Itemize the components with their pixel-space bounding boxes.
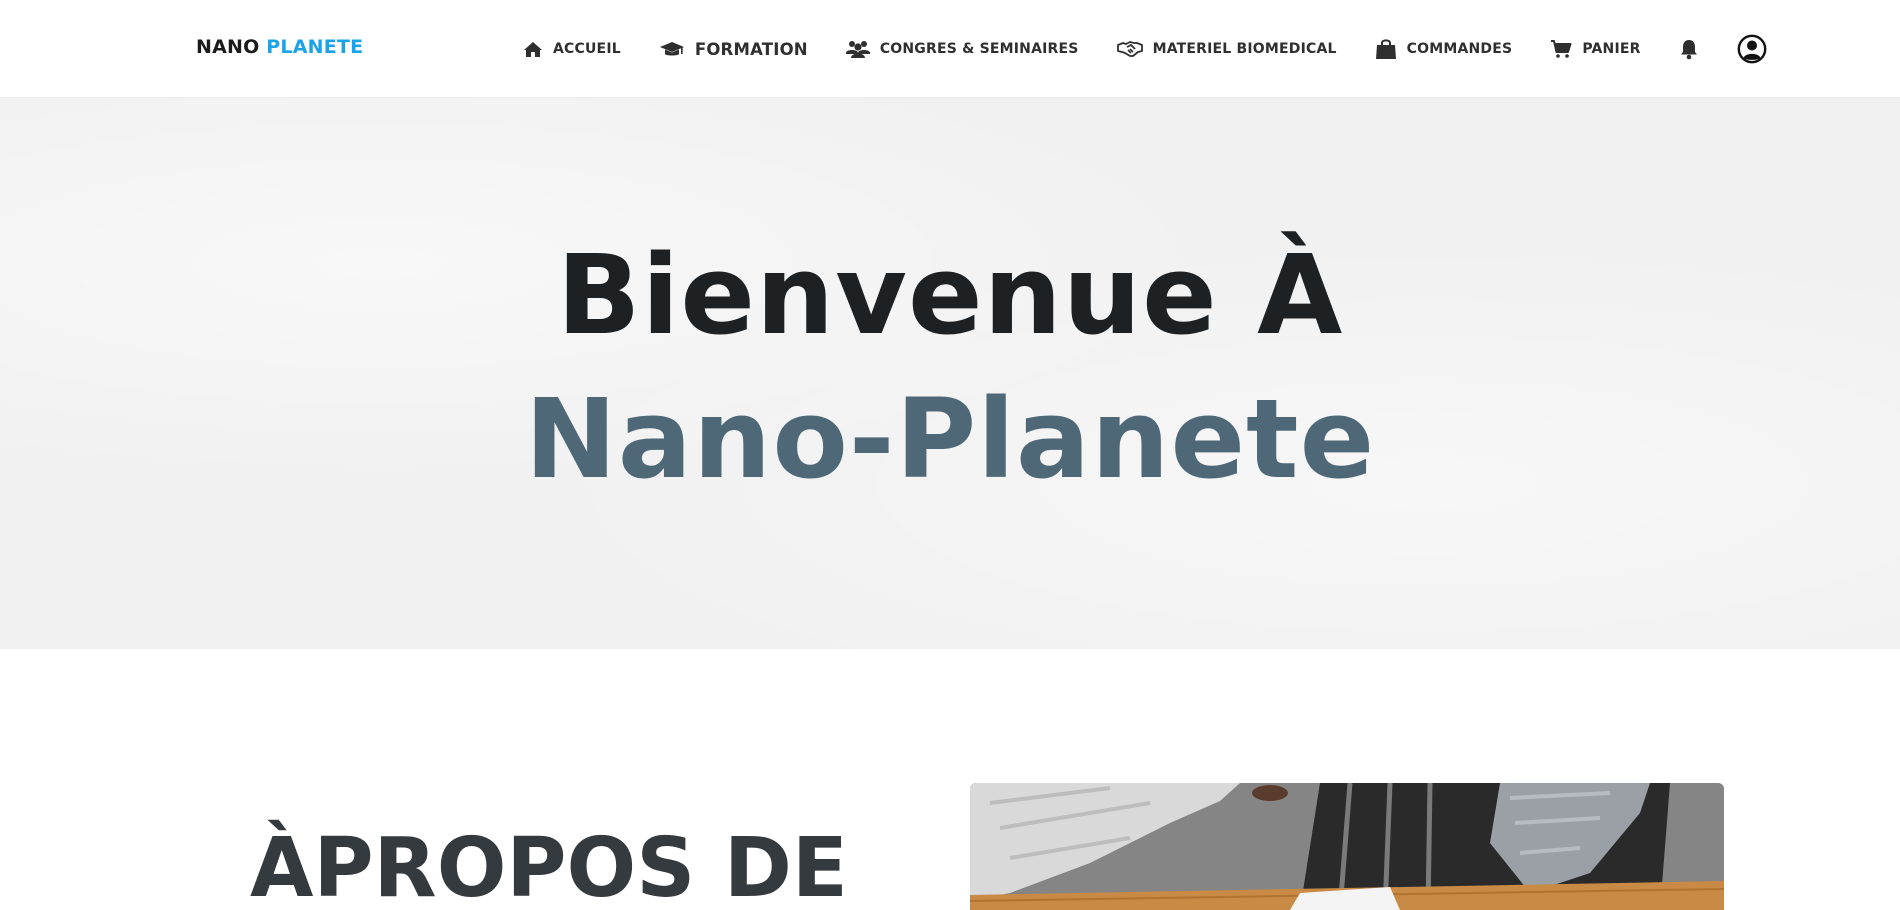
brand-name-part1: NANO xyxy=(196,36,260,58)
bell-icon xyxy=(1680,40,1697,60)
nav-item-panier[interactable]: PANIER xyxy=(1550,39,1640,59)
nav-label-commandes: COMMANDES xyxy=(1406,41,1513,57)
nav-label-congres: CONGRES & SEMINAIRES xyxy=(879,41,1079,57)
nav-item-commandes[interactable]: COMMANDES xyxy=(1375,38,1513,60)
nav-label-materiel: MATERIEL BIOMEDICAL xyxy=(1152,41,1337,57)
graduation-cap-icon xyxy=(659,42,684,56)
notifications-button[interactable] xyxy=(1679,38,1699,60)
hero-section: Bienvenue À Nano-Planete xyxy=(0,98,1900,649)
top-navbar: NANO PLANETE ACCUEIL FORMATION CONGRES &… xyxy=(0,0,1900,98)
nav-item-congres[interactable]: CONGRES & SEMINAIRES xyxy=(845,39,1079,59)
nav-label-panier: PANIER xyxy=(1582,41,1641,57)
handshake-icon xyxy=(1116,41,1143,57)
account-button[interactable] xyxy=(1737,34,1767,64)
nav-item-accueil[interactable]: ACCUEIL xyxy=(523,41,621,58)
nav-item-materiel[interactable]: MATERIEL BIOMEDICAL xyxy=(1116,40,1337,58)
cart-icon xyxy=(1551,40,1572,58)
users-icon xyxy=(845,41,870,58)
brand-name-part2: PLANETE xyxy=(266,36,364,58)
user-circle-icon xyxy=(1737,34,1766,64)
shopping-bag-icon xyxy=(1375,39,1396,59)
main-nav: ACCUEIL FORMATION CONGRES & SEMINAIRES M… xyxy=(523,0,1805,98)
about-heading: ÀPROPOS DE xyxy=(250,821,848,910)
about-photo xyxy=(970,783,1724,910)
about-photo-illustration xyxy=(970,783,1724,910)
nav-label-formation: FORMATION xyxy=(694,39,808,59)
brand-logo[interactable]: NANO PLANETE xyxy=(196,36,363,58)
home-icon xyxy=(524,41,542,57)
nav-label-accueil: ACCUEIL xyxy=(553,41,621,57)
hero-title-line2: Nano-Planete xyxy=(524,375,1376,503)
hero-title-line1: Bienvenue À xyxy=(556,231,1344,359)
nav-item-formation[interactable]: FORMATION xyxy=(659,40,808,59)
